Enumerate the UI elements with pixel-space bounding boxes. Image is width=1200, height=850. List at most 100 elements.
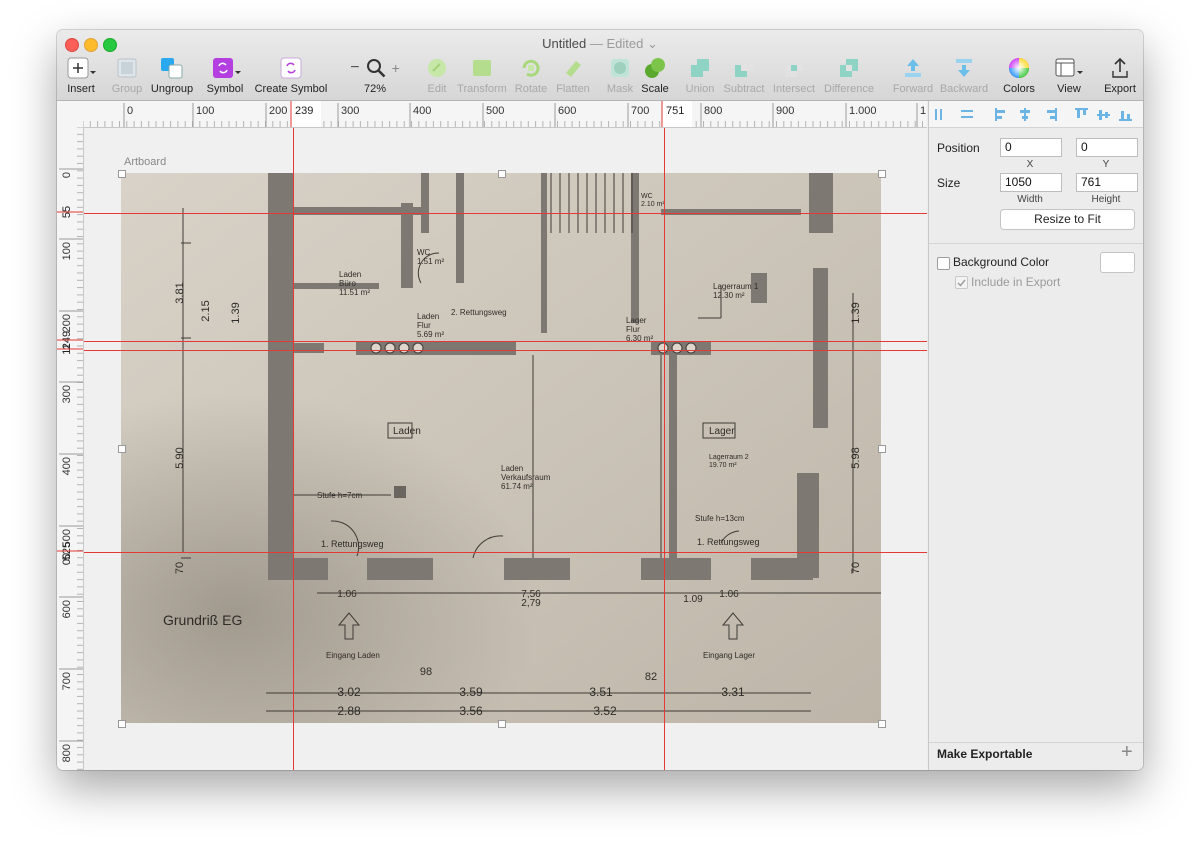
symbol-button[interactable]: Symbol xyxy=(205,56,245,95)
rotate-label: Rotate xyxy=(514,83,548,95)
edit-button[interactable]: Edit xyxy=(423,56,451,95)
export-button[interactable]: Export xyxy=(1101,56,1139,95)
horizontal-ruler[interactable]: 0 100 200 300 400 500 600 700 800 900 1.000 1. 239 75… xyxy=(83,101,927,128)
view-button[interactable]: View xyxy=(1051,56,1087,95)
ruler-tick-label: 900 xyxy=(776,105,794,117)
symbol-label: Symbol xyxy=(206,83,244,95)
plan-label: 1.06 xyxy=(719,589,739,600)
mask-icon xyxy=(605,56,635,80)
ruler-tick-label: 400 xyxy=(61,457,73,475)
zoom-in-button[interactable]: + xyxy=(392,60,400,76)
checkmark-icon xyxy=(957,279,966,287)
guide-horizontal[interactable] xyxy=(84,341,927,342)
ruler-tick-label: 500 xyxy=(486,105,504,117)
difference-label: Difference xyxy=(824,83,874,95)
create-symbol-icon xyxy=(253,56,329,80)
align-right-icon xyxy=(1055,108,1057,121)
plan-label: 5.90 xyxy=(174,447,186,468)
plan-label: 1. Rettungsweg xyxy=(321,539,384,549)
backward-button[interactable]: Backward xyxy=(939,56,989,95)
ruler-tick-label: 300 xyxy=(61,385,73,403)
position-x-input[interactable]: 0 xyxy=(1000,138,1062,157)
guide-horizontal[interactable] xyxy=(84,213,927,214)
ruler-tick-label: 300 xyxy=(341,105,359,117)
forward-button[interactable]: Forward xyxy=(891,56,935,95)
plus-icon xyxy=(63,56,99,80)
align-middle-icon xyxy=(1097,114,1110,116)
resize-handle-bottom-left[interactable] xyxy=(118,720,126,728)
ruler-tick-label: 100 xyxy=(196,105,214,117)
plan-label: 70 xyxy=(850,562,862,574)
divider xyxy=(929,243,1143,244)
flatten-button[interactable]: Flatten xyxy=(553,56,593,95)
height-caption: Height xyxy=(1091,194,1121,205)
resize-handle-top-right[interactable] xyxy=(878,170,886,178)
resize-handle-top-left[interactable] xyxy=(118,170,126,178)
guide-vertical[interactable] xyxy=(664,128,665,770)
artboard[interactable]: Grundriß EG Laden Büro 11.51 m² WC 1.51 m² 2. … xyxy=(121,173,911,723)
ruler-tick-label: 600 xyxy=(558,105,576,117)
ungroup-button[interactable]: Ungroup xyxy=(149,56,195,95)
plan-label: 3.51 xyxy=(589,685,613,699)
plan-label: Eingang Laden xyxy=(326,651,380,660)
position-y-input[interactable]: 0 xyxy=(1076,138,1138,157)
create-symbol-button[interactable]: Create Symbol xyxy=(253,56,329,95)
canvas[interactable]: Artboard Grundriß EG Laden Büro 11.51 m²… xyxy=(84,128,927,770)
plan-label: Grundriß EG xyxy=(163,612,242,628)
color-wheel-icon xyxy=(1001,56,1037,80)
guide-vertical[interactable] xyxy=(293,128,294,770)
difference-button[interactable]: Difference xyxy=(821,56,877,95)
resize-handle-top[interactable] xyxy=(498,170,506,178)
group-icon xyxy=(109,56,145,80)
rotate-icon xyxy=(513,56,549,80)
group-button[interactable]: Group xyxy=(109,56,145,95)
union-label: Union xyxy=(685,83,715,95)
include-in-export-checkbox[interactable] xyxy=(955,276,968,289)
artboard-label[interactable]: Artboard xyxy=(124,156,166,168)
ruler-tick-label: 700 xyxy=(61,672,73,690)
window-title[interactable]: Untitled — Edited ⌄ xyxy=(57,36,1143,52)
resize-handle-bottom[interactable] xyxy=(498,720,506,728)
background-color-swatch[interactable] xyxy=(1100,252,1135,273)
plan-label: 98 xyxy=(420,666,432,678)
guide-marker-label: 00 xyxy=(61,553,73,565)
ungroup-icon xyxy=(149,56,195,80)
zoom-control[interactable]: − + 72% xyxy=(343,56,407,95)
send-backward-icon xyxy=(939,56,989,80)
create-symbol-label: Create Symbol xyxy=(254,83,328,95)
resize-handle-bottom-right[interactable] xyxy=(878,720,886,728)
colors-button[interactable]: Colors xyxy=(1001,56,1037,95)
background-color-checkbox[interactable] xyxy=(937,257,950,270)
scale-button[interactable]: Scale xyxy=(639,56,671,95)
ruler-corner xyxy=(57,101,84,128)
height-input[interactable]: 761 xyxy=(1076,173,1138,192)
guide-horizontal[interactable] xyxy=(84,350,927,351)
difference-icon xyxy=(821,56,877,80)
rotate-button[interactable]: Rotate xyxy=(513,56,549,95)
share-export-icon xyxy=(1101,56,1139,80)
resize-to-fit-button[interactable]: Resize to Fit xyxy=(1000,209,1135,230)
width-input[interactable]: 1050 xyxy=(1000,173,1062,192)
resize-handle-right[interactable] xyxy=(878,445,886,453)
guide-horizontal[interactable] xyxy=(84,552,927,553)
union-button[interactable]: Union xyxy=(683,56,717,95)
vertical-ruler[interactable]: 0 100 200 300 400 500 600 700 800 55 249 11 525 00 xyxy=(57,127,84,770)
plan-label: 3.02 xyxy=(337,685,361,699)
mask-button[interactable]: Mask xyxy=(605,56,635,95)
backward-label: Backward xyxy=(939,83,989,95)
group-label: Group xyxy=(111,83,143,95)
transform-button[interactable]: Transform xyxy=(455,56,509,95)
resize-handle-left[interactable] xyxy=(118,445,126,453)
plan-label: 70 xyxy=(174,562,186,574)
forward-label: Forward xyxy=(892,83,934,95)
width-caption: Width xyxy=(1017,194,1043,205)
floor-plan-image[interactable]: Grundriß EGLaden Büro 11.51 m²WC 1.51 m²2. … xyxy=(121,173,911,723)
add-export-button[interactable]: + xyxy=(1121,741,1133,764)
zoom-out-button[interactable]: − xyxy=(350,59,359,77)
guide-marker-label: 239 xyxy=(295,105,313,117)
plan-label: 1. Rettungsweg xyxy=(697,537,760,547)
subtract-button[interactable]: Subtract xyxy=(721,56,767,95)
plan-label: 1.39 xyxy=(230,302,242,323)
intersect-button[interactable]: Intersect xyxy=(771,56,817,95)
insert-button[interactable]: Insert xyxy=(63,56,99,95)
